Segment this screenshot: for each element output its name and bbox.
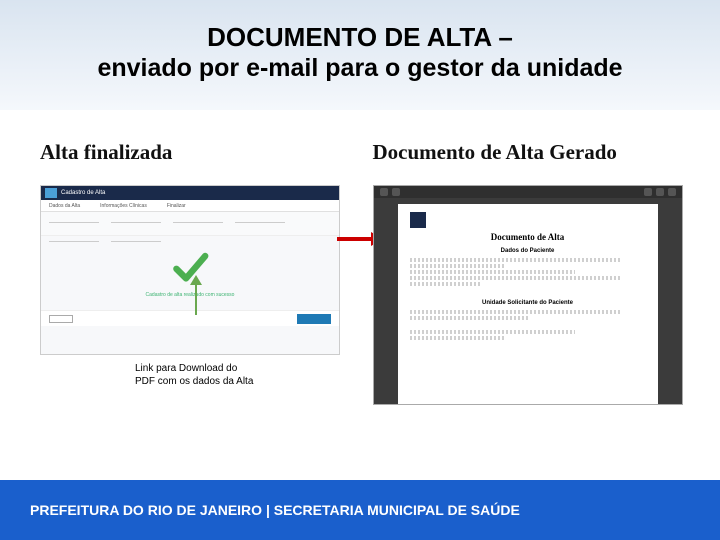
title-line-2: enviado por e-mail para o gestor da unid… [30,53,690,83]
footer-text: PREFEITURA DO RIO DE JANEIRO | SECRETARI… [30,502,520,518]
screenshot-left: Cadastro de Alta Dados da Alta Informaçõ… [40,185,340,355]
text-line [410,270,575,274]
filter-field[interactable] [49,235,99,242]
pdf-page: Documento de Alta Dados do Paciente Unid… [398,204,658,404]
tab-item[interactable]: Dados da Alta [49,203,80,209]
doc-section-heading: Dados do Paciente [410,248,646,254]
title-line-1: DOCUMENTO DE ALTA – [30,22,690,53]
doc-section-heading: Unidade Solicitante do Paciente [410,300,646,306]
slide: DOCUMENTO DE ALTA – enviado por e-mail p… [0,0,720,540]
filter-field[interactable] [111,216,161,223]
arrow-up-icon [188,275,204,320]
app-header-bar: Cadastro de Alta [41,186,339,200]
text-line [410,282,481,286]
text-line [410,258,622,262]
tab-row: Dados da Alta Informações Clínicas Final… [41,200,339,212]
tab-item[interactable]: Informações Clínicas [100,203,147,209]
filter-field[interactable] [111,235,161,242]
text-line [410,336,504,340]
toolbar-button-icon[interactable] [644,188,652,196]
text-line [410,330,575,334]
text-line [410,264,504,268]
toolbar-button-icon[interactable] [668,188,676,196]
slide-footer: PREFEITURA DO RIO DE JANEIRO | SECRETARI… [0,480,720,540]
right-heading: Documento de Alta Gerado [373,140,696,165]
download-caption: Link para Download do PDF com os dados d… [135,363,255,388]
rio-logo-icon [45,188,57,198]
tab-item[interactable]: Finalizar [167,203,186,209]
text-line [410,276,622,280]
screenshot-right: Documento de Alta Dados do Paciente Unid… [373,185,683,405]
back-button[interactable] [49,315,73,323]
filter-field[interactable] [235,216,285,223]
left-heading: Alta finalizada [40,140,363,165]
right-column: Documento de Alta Gerado [373,140,696,470]
text-line [410,316,528,320]
pdf-page-wrap: Documento de Alta Dados do Paciente Unid… [374,198,682,404]
text-line [410,310,622,314]
toolbar-button-icon[interactable] [392,188,400,196]
app-title: Cadastro de Alta [61,190,105,196]
next-button[interactable] [297,314,331,324]
left-column: Alta finalizada Cadastro de Alta Dados d… [40,140,363,470]
filter-field[interactable] [49,216,99,223]
pdf-toolbar [374,186,682,198]
content-row: Alta finalizada Cadastro de Alta Dados d… [0,110,720,480]
filter-row [41,212,339,236]
rio-logo-icon [410,212,426,228]
toolbar-button-icon[interactable] [656,188,664,196]
toolbar-button-icon[interactable] [380,188,388,196]
slide-header: DOCUMENTO DE ALTA – enviado por e-mail p… [0,0,720,110]
filter-field[interactable] [173,216,223,223]
doc-title: Documento de Alta [410,232,646,242]
